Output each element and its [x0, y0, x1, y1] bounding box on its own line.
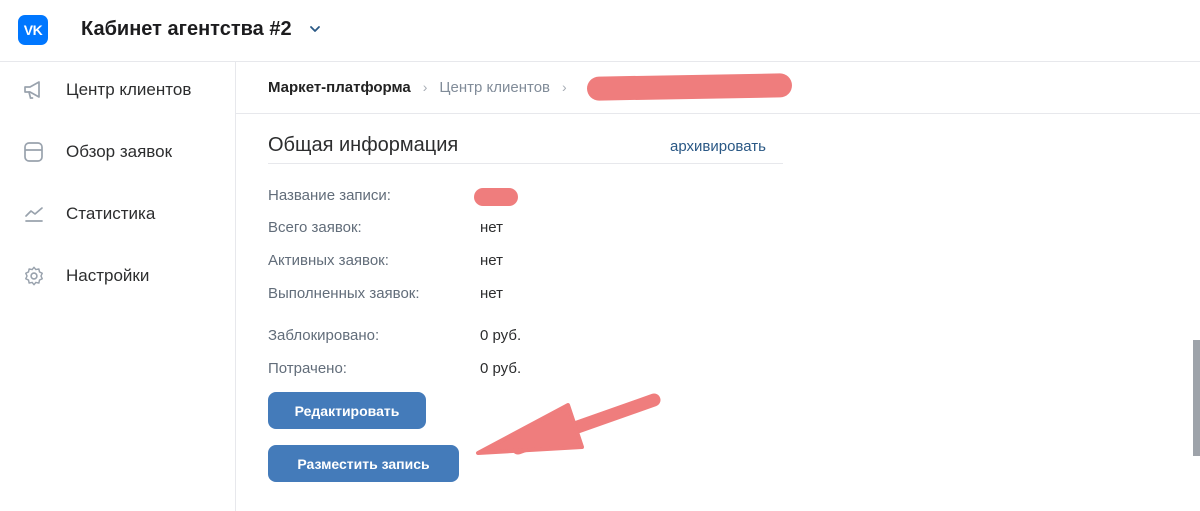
sidebar-item-statistics[interactable]: Статистика [0, 194, 234, 234]
info-label-spent: Потрачено: [268, 360, 347, 377]
breadcrumb-separator: › [562, 79, 567, 95]
annotation-arrow [476, 393, 661, 455]
edit-button[interactable]: Редактировать [268, 392, 426, 429]
sidebar-item-label: Настройки [66, 266, 150, 285]
sidebar-item-requests[interactable]: Обзор заявок [0, 132, 234, 172]
breadcrumb-separator: › [422, 79, 428, 95]
cabinet-title[interactable]: Кабинет агентства #2 [81, 18, 292, 41]
gear-icon [25, 266, 43, 286]
place-record-button[interactable]: Разместить запись [268, 445, 459, 482]
sidebar-item-clients[interactable]: Центр клиентов [0, 70, 234, 110]
info-value-active-requests: нет [480, 252, 503, 269]
section-title: Общая информация [268, 134, 459, 156]
info-label-total-requests: Всего заявок: [268, 219, 362, 236]
redacted-client-name [586, 73, 792, 101]
chart-icon [25, 207, 43, 222]
chevron-down-icon[interactable] [309, 24, 321, 34]
sidebar-item-label: Обзор заявок [66, 142, 173, 161]
breadcrumb-item-market[interactable]: Маркет-платформа [268, 79, 411, 96]
sidebar-divider [235, 62, 236, 511]
breadcrumb: Маркет-платформа › Центр клиентов › [268, 73, 792, 101]
info-value-total-requests: нет [480, 219, 503, 236]
section-underline [268, 163, 783, 164]
redacted-record-name [474, 188, 518, 206]
header-divider [0, 61, 1200, 62]
info-value-spent: 0 руб. [480, 360, 522, 377]
sidebar-item-label: Статистика [66, 204, 156, 223]
info-label-completed-requests: Выполненных заявок: [268, 285, 420, 302]
sidebar-item-label: Центр клиентов [66, 80, 192, 99]
info-value-blocked: 0 руб. [480, 327, 522, 344]
scrollbar[interactable] [1193, 340, 1200, 456]
info-label-blocked: Заблокировано: [268, 327, 380, 344]
top-header: VK Кабинет агентства #2 [0, 0, 1200, 62]
sidebar-item-settings[interactable]: Настройки [0, 256, 234, 296]
inbox-icon [24, 142, 43, 162]
info-label-record-name: Название записи: [268, 187, 391, 204]
info-value-completed-requests: нет [480, 285, 503, 302]
content-divider [236, 113, 1200, 114]
archive-link[interactable]: архивировать [670, 138, 766, 155]
breadcrumb-item-clients[interactable]: Центр клиентов [439, 79, 550, 96]
vk-logo[interactable]: VK [18, 15, 48, 45]
info-label-active-requests: Активных заявок: [268, 252, 389, 269]
megaphone-icon [24, 81, 40, 99]
